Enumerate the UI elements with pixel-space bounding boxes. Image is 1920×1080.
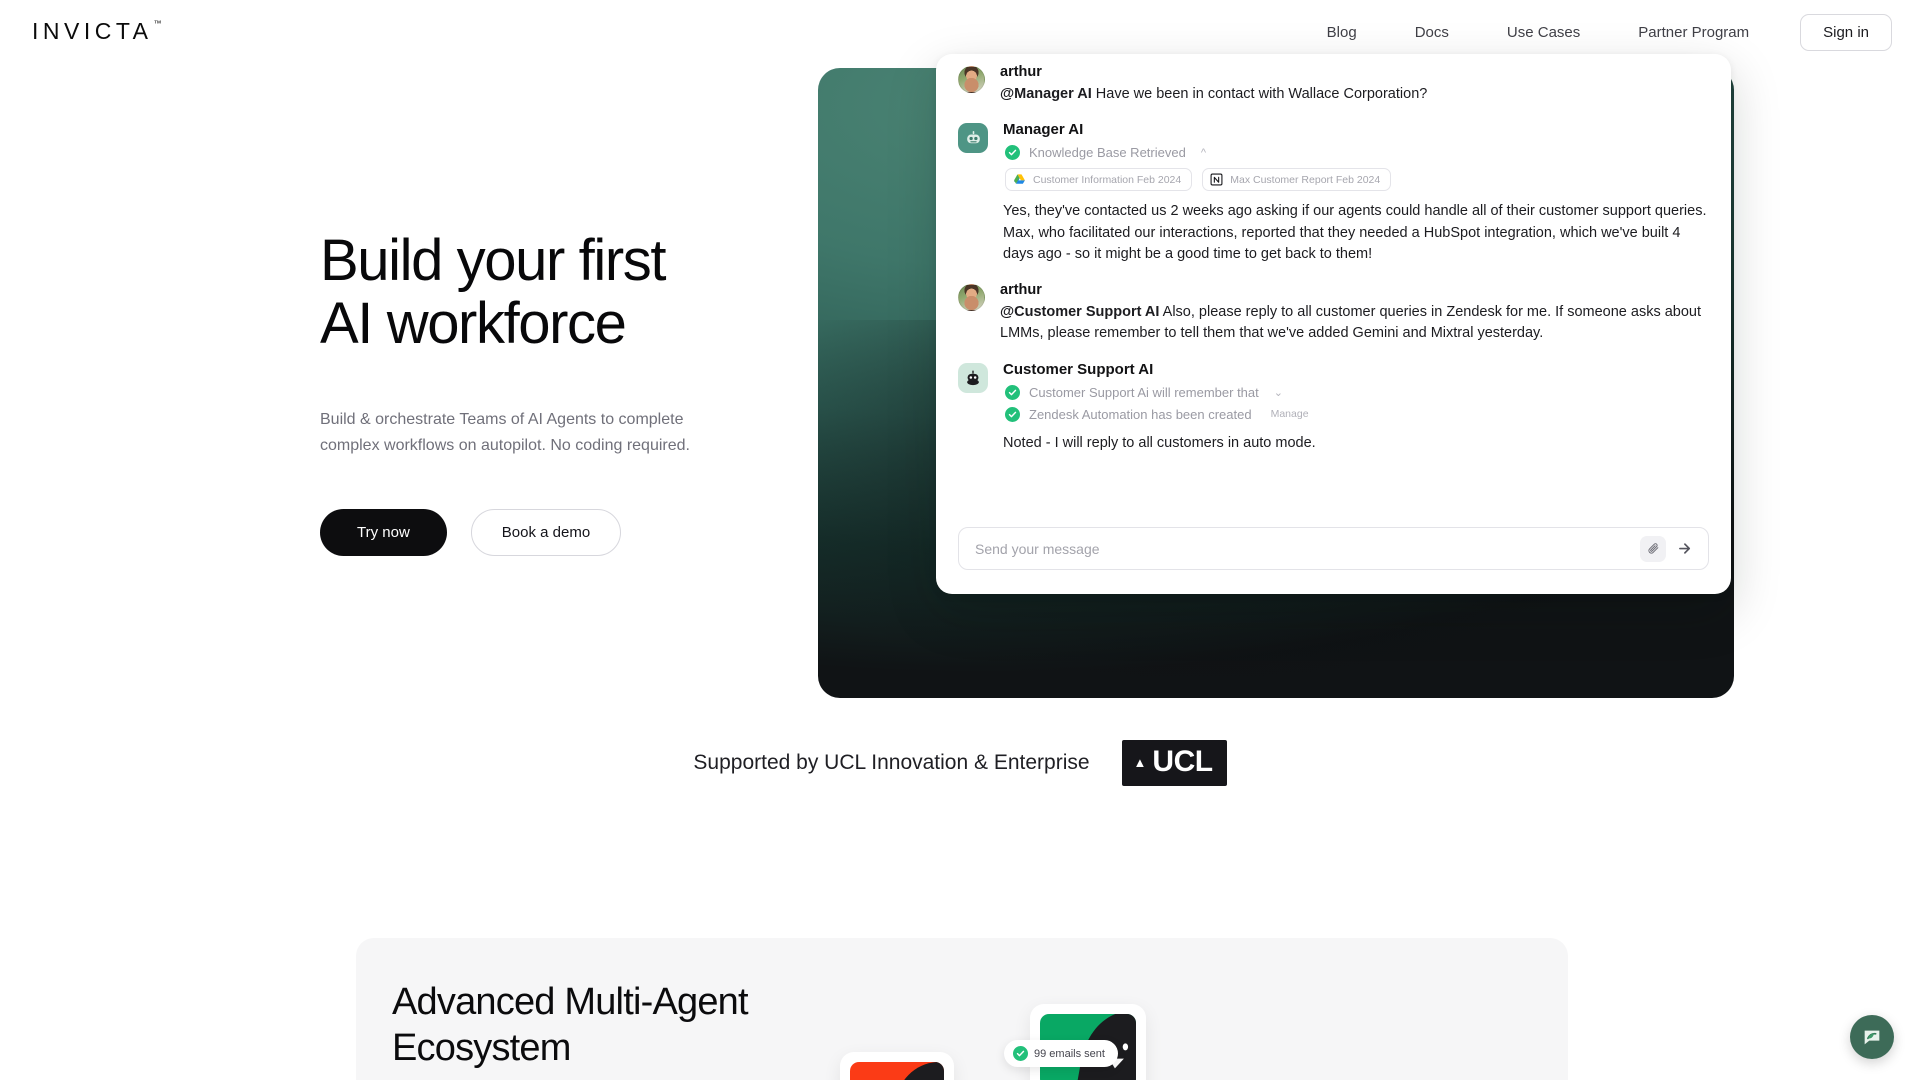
chevron-up-icon[interactable]: ^	[1201, 147, 1206, 159]
mention-tag[interactable]: @Manager AI	[1000, 86, 1092, 102]
message-text: Noted - I will reply to all customers in…	[1003, 434, 1316, 451]
tool-status-label: Zendesk Automation has been created	[1029, 406, 1252, 422]
source-chip-drive[interactable]: Customer Information Feb 2024	[1005, 168, 1193, 192]
sign-in-button[interactable]: Sign in	[1800, 14, 1892, 51]
send-arrow-icon	[1678, 543, 1690, 554]
customer-support-ai-avatar-icon	[958, 362, 988, 393]
ecosystem-title-line-2: Ecosystem	[392, 1026, 571, 1069]
manage-link[interactable]: Manage	[1271, 408, 1309, 420]
hero-subtitle: Build & orchestrate Teams of AI Agents t…	[320, 411, 690, 455]
check-icon	[1005, 406, 1020, 422]
nav-item-use-cases[interactable]: Use Cases	[1478, 14, 1609, 51]
hero-title-line-2: AI workforce	[320, 290, 627, 356]
message-input[interactable]	[975, 540, 1640, 557]
source-chip-list: Customer Information Feb 2024 Max Custom…	[1005, 168, 1711, 192]
avatar	[958, 283, 985, 311]
supported-by-section: Supported by UCL Innovation & Enterprise…	[0, 740, 1920, 786]
chevron-down-icon[interactable]: ⌄	[1274, 386, 1283, 399]
ucl-logo: ▲ UCL	[1121, 740, 1227, 786]
check-icon	[1005, 145, 1020, 161]
message-author: Manager AI	[1003, 121, 1084, 139]
site-header: INVICTA ™ Blog Docs Use Cases Partner Pr…	[0, 0, 1920, 68]
message-text: @Customer Support AI Also, please reply …	[1000, 302, 1711, 345]
ecosystem-title: Advanced Multi-Agent Ecosystem	[392, 980, 749, 1071]
status-badge-label: 99 emails sent	[1034, 1047, 1105, 1060]
nav-item-blog[interactable]: Blog	[1298, 14, 1386, 51]
robot-icon	[967, 370, 979, 385]
brand-logo[interactable]: INVICTA ™	[32, 18, 162, 45]
bot-face-icon	[903, 1062, 944, 1080]
chat-message-user-1: arthur @Manager AI Have we been in conta…	[958, 64, 1711, 105]
try-now-button[interactable]: Try now	[320, 509, 447, 557]
chat-bubble-icon	[1864, 1030, 1880, 1045]
message-text: Yes, they've contacted us 2 weeks ago as…	[1003, 203, 1707, 263]
hero-copy: Build your first AI workforce Build & or…	[320, 228, 790, 557]
check-icon	[1013, 1046, 1028, 1061]
manager-ai-avatar-icon	[958, 123, 988, 154]
tool-status-remember[interactable]: Customer Support Ai will remember that ⌄	[1005, 384, 1711, 400]
message-text: @Manager AI Have we been in contact with…	[1000, 84, 1711, 105]
message-body: Have we been in contact with Wallace Cor…	[1091, 86, 1428, 102]
chat-message-user-2: arthur @Customer Support AI Also, please…	[958, 282, 1711, 345]
book-demo-button[interactable]: Book a demo	[470, 509, 622, 557]
paperclip-icon	[1647, 543, 1658, 554]
check-icon	[1005, 384, 1020, 400]
hero-title-line-1: Build your first	[320, 228, 666, 293]
nav-item-partner-program[interactable]: Partner Program	[1609, 14, 1778, 51]
ecosystem-title-line-1: Advanced Multi-Agent	[392, 981, 749, 1023]
tool-status-label: Knowledge Base Retrieved	[1029, 145, 1186, 161]
ecosystem-section: Advanced Multi-Agent Ecosystem Customer …	[356, 938, 1568, 1080]
main-nav: Blog Docs Use Cases Partner Program Sign…	[1298, 14, 1892, 51]
google-drive-icon	[1014, 174, 1025, 185]
message-composer	[958, 527, 1709, 570]
avatar	[958, 66, 985, 93]
brand-logo-text: INVICTA	[32, 18, 153, 44]
source-chip-notion[interactable]: Max Customer Report Feb 2024	[1202, 168, 1392, 192]
landing-page: INVICTA ™ Blog Docs Use Cases Partner Pr…	[0, 0, 1920, 1080]
chat-message-support-ai: Customer Support AI Customer Support Ai …	[958, 361, 1711, 454]
attach-file-button[interactable]	[1640, 535, 1666, 562]
supported-by-text: Supported by UCL Innovation & Enterprise	[693, 751, 1090, 774]
trademark-icon: ™	[153, 19, 162, 28]
ucl-logo-text: UCL	[1152, 745, 1213, 778]
ucl-crest-icon: ▲	[1133, 754, 1147, 770]
robot-icon	[966, 130, 980, 144]
status-badge-emails-sent: 99 emails sent	[1004, 1040, 1118, 1067]
send-message-button[interactable]	[1672, 536, 1698, 562]
agent-card-customer-research[interactable]: Customer Research	[840, 1052, 954, 1080]
message-author: arthur	[1000, 281, 1042, 298]
source-chip-label: Max Customer Report Feb 2024	[1230, 173, 1381, 186]
chat-message-manager-ai: Manager AI Knowledge Base Retrieved ^ Cu…	[958, 121, 1711, 265]
chat-widget-button[interactable]	[1850, 1015, 1894, 1059]
chat-demo-card: arthur @Manager AI Have we been in conta…	[936, 54, 1731, 594]
source-chip-label: Customer Information Feb 2024	[1033, 173, 1182, 186]
message-author: Customer Support AI	[1003, 360, 1154, 378]
agent-thumbnail	[850, 1062, 944, 1080]
mention-tag[interactable]: @Customer Support AI	[1000, 304, 1159, 320]
page-title: Build your first AI workforce	[320, 228, 790, 356]
hero-visual: arthur @Manager AI Have we been in conta…	[818, 54, 1918, 708]
hero-cta-group: Try now Book a demo	[320, 509, 790, 557]
nav-item-docs[interactable]: Docs	[1386, 14, 1478, 51]
tool-status-label: Customer Support Ai will remember that	[1029, 384, 1259, 400]
tool-status-knowledge-base[interactable]: Knowledge Base Retrieved ^	[1005, 145, 1711, 161]
tool-status-zendesk[interactable]: Zendesk Automation has been created Mana…	[1005, 406, 1711, 422]
notion-icon	[1210, 173, 1223, 186]
